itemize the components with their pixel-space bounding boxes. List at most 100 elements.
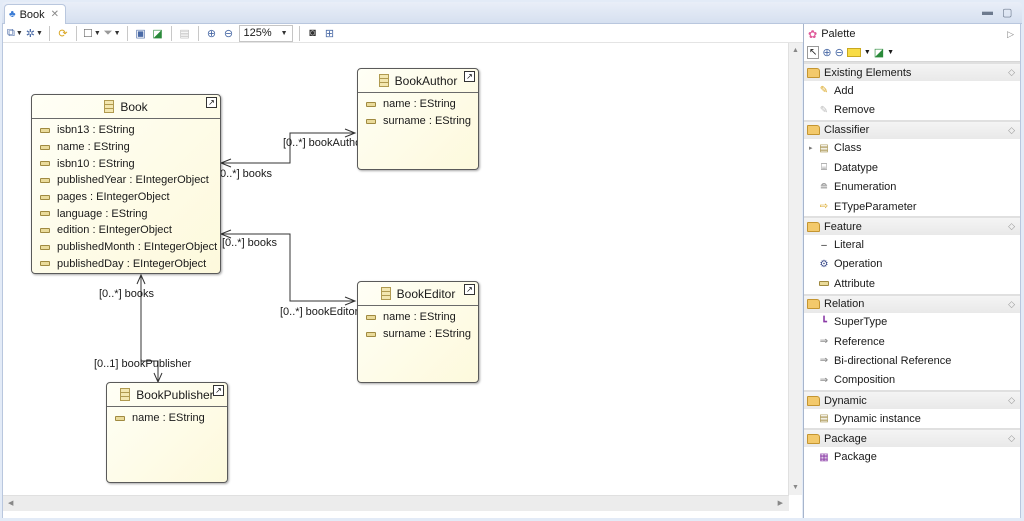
filters-button[interactable]: ⏷ ▼: [104, 25, 121, 41]
palette-item-package[interactable]: ▦ Package: [804, 447, 1020, 466]
palette-item-class[interactable]: ▸ ▤ Class: [804, 139, 1020, 158]
attribute[interactable]: publishedMonth : EIntegerObject: [32, 239, 220, 256]
palette-item-operation[interactable]: ⚙ Operation: [804, 255, 1020, 274]
refresh-button[interactable]: ⟳: [56, 25, 70, 41]
diagram-info-button[interactable]: ⊞: [323, 25, 337, 41]
scroll-left-icon[interactable]: ◀: [8, 499, 13, 507]
attribute-label: name : EString: [132, 412, 205, 425]
shortcut-arrow-icon[interactable]: ↗: [464, 284, 475, 295]
palette-header: ✿ Palette ▷: [804, 24, 1020, 44]
minimize-icon[interactable]: ▬: [982, 6, 993, 18]
item-label: Remove: [834, 104, 875, 117]
palette-item-supertype[interactable]: ┗ SuperType: [804, 313, 1020, 332]
attribute[interactable]: language : EString: [32, 205, 220, 222]
palette-item-composition[interactable]: ⇒ Composition: [804, 371, 1020, 390]
scroll-up-icon[interactable]: ▲: [792, 47, 799, 54]
attribute-label: isbn13 : EString: [57, 124, 135, 137]
dropdown-icon[interactable]: ▼: [887, 49, 894, 56]
palette-group-header[interactable]: Existing Elements ◇: [804, 62, 1020, 81]
attribute[interactable]: publishedDay : EIntegerObject: [32, 256, 220, 273]
group-label: Classifier: [824, 124, 870, 137]
diagram-canvas[interactable]: [0..*] bookAuthors [0..*] books [0..*] b…: [3, 43, 789, 495]
palette-item-bidirectional-reference[interactable]: ⇒ Bi-directional Reference: [804, 351, 1020, 370]
zoom-level-select[interactable]: 125% ▼: [238, 24, 293, 42]
attribute[interactable]: pages : EIntegerObject: [32, 189, 220, 206]
class-bookpublisher[interactable]: BookPublisher ↗ name : EString: [106, 382, 228, 483]
horizontal-scrollbar[interactable]: ◀ ▶: [3, 495, 789, 511]
pin-icon[interactable]: ◇: [1008, 299, 1015, 310]
attribute[interactable]: name : EString: [358, 96, 478, 113]
collapse-palette-icon[interactable]: ▷: [1007, 29, 1014, 40]
tab-book[interactable]: ♣ Book ✕: [4, 4, 66, 24]
palette-item-dynamic-instance[interactable]: ▤ Dynamic instance: [804, 409, 1020, 428]
palette-group-header[interactable]: Dynamic ◇: [804, 390, 1020, 410]
palette-item-datatype[interactable]: ⌸ Datatype: [804, 158, 1020, 177]
attribute-icon: [40, 194, 50, 200]
select-all-button[interactable]: ✲ ▼: [26, 25, 43, 41]
scroll-right-icon[interactable]: ▶: [778, 499, 783, 507]
paste-button[interactable]: ▤: [178, 25, 192, 41]
item-label: Literal: [834, 239, 864, 252]
close-icon[interactable]: ✕: [51, 9, 59, 20]
attribute[interactable]: edition : EIntegerObject: [32, 222, 220, 239]
palette-group-header[interactable]: Package ◇: [804, 428, 1020, 448]
attribute[interactable]: publishedYear : EIntegerObject: [32, 172, 220, 189]
class-book[interactable]: Book ↗ isbn13 : EString name : EString i…: [31, 94, 221, 274]
class-bookeditor[interactable]: BookEditor ↗ name : EString surname : ES…: [357, 281, 479, 383]
item-label: Datatype: [834, 161, 879, 174]
shortcut-arrow-icon[interactable]: ↗: [206, 97, 217, 108]
attribute[interactable]: name : EString: [32, 139, 220, 156]
attribute[interactable]: name : EString: [107, 410, 227, 427]
snapshot-button[interactable]: ◙: [306, 25, 320, 41]
pin-icon[interactable]: ◇: [1008, 67, 1015, 78]
pin-tool-icon[interactable]: ◪: [874, 46, 884, 59]
zoom-in-button[interactable]: ⊕: [205, 25, 219, 41]
attribute-icon: [40, 144, 50, 150]
shortcut-arrow-icon[interactable]: ↗: [213, 385, 224, 396]
palette-item-enumeration[interactable]: ≘ Enumeration: [804, 178, 1020, 197]
pin-icon[interactable]: ◇: [1008, 433, 1015, 444]
folder-icon: [807, 395, 820, 406]
pin-icon[interactable]: ◇: [1008, 125, 1015, 136]
attribute[interactable]: isbn10 : EString: [32, 155, 220, 172]
palette-item-etypeparameter[interactable]: ⇨ ETypeParameter: [804, 197, 1020, 216]
zoom-out-tool-icon[interactable]: ⊖: [835, 46, 844, 59]
maximize-icon[interactable]: ▢: [1002, 6, 1012, 19]
zoom-in-tool-icon[interactable]: ⊕: [822, 46, 831, 59]
palette-item-reference[interactable]: ⇒ Reference: [804, 332, 1020, 351]
zoom-out-button[interactable]: ⊖: [222, 25, 236, 41]
attribute[interactable]: surname : EString: [358, 326, 478, 343]
palette-item-literal[interactable]: – Literal: [804, 235, 1020, 254]
palette-group-header[interactable]: Classifier ◇: [804, 119, 1020, 139]
pin-button[interactable]: ◪: [151, 25, 165, 41]
arrange-all-button[interactable]: ⧉ ▼: [7, 25, 23, 41]
pin-icon[interactable]: ◇: [1008, 221, 1015, 232]
layers-button[interactable]: ☐ ▼: [83, 25, 101, 41]
attribute[interactable]: isbn13 : EString: [32, 122, 220, 139]
note-tool-icon[interactable]: [846, 48, 861, 57]
palette-item-add[interactable]: ✎ Add: [804, 81, 1020, 100]
expand-icon[interactable]: ▸: [809, 144, 813, 152]
select-tool-icon[interactable]: ↖: [807, 46, 820, 59]
pin-icon[interactable]: ◇: [1008, 395, 1015, 406]
palette-group-header[interactable]: Feature ◇: [804, 216, 1020, 236]
class-bookauthor[interactable]: BookAuthor ↗ name : EString surname : ES…: [357, 68, 479, 170]
palette-group-package: Package ◇ ▦ Package: [804, 428, 1020, 466]
palette-item-remove[interactable]: ✎ Remove: [804, 100, 1020, 119]
shortcut-arrow-icon[interactable]: ↗: [464, 71, 475, 82]
palette-item-attribute[interactable]: Attribute: [804, 274, 1020, 293]
export-image-button[interactable]: ▣: [134, 25, 148, 41]
item-label: SuperType: [834, 316, 888, 329]
remove-icon: ✎: [819, 104, 829, 116]
palette-panel: ✿ Palette ▷ ↖ ⊕ ⊖ ▼ ◪ ▼ Existing Elements…: [803, 24, 1021, 518]
dynamic-instance-icon: ▤: [819, 413, 829, 425]
attribute-label: publishedYear : EIntegerObject: [57, 174, 209, 187]
scroll-down-icon[interactable]: ▼: [792, 484, 799, 491]
attribute[interactable]: name : EString: [358, 309, 478, 326]
dropdown-icon[interactable]: ▼: [864, 49, 871, 56]
palette-tools: ↖ ⊕ ⊖ ▼ ◪ ▼: [804, 44, 1020, 62]
palette-group-header[interactable]: Relation ◇: [804, 293, 1020, 313]
attribute[interactable]: surname : EString: [358, 113, 478, 130]
vertical-scrollbar[interactable]: ▲ ▼: [788, 43, 802, 495]
class-name: BookAuthor: [394, 73, 458, 88]
